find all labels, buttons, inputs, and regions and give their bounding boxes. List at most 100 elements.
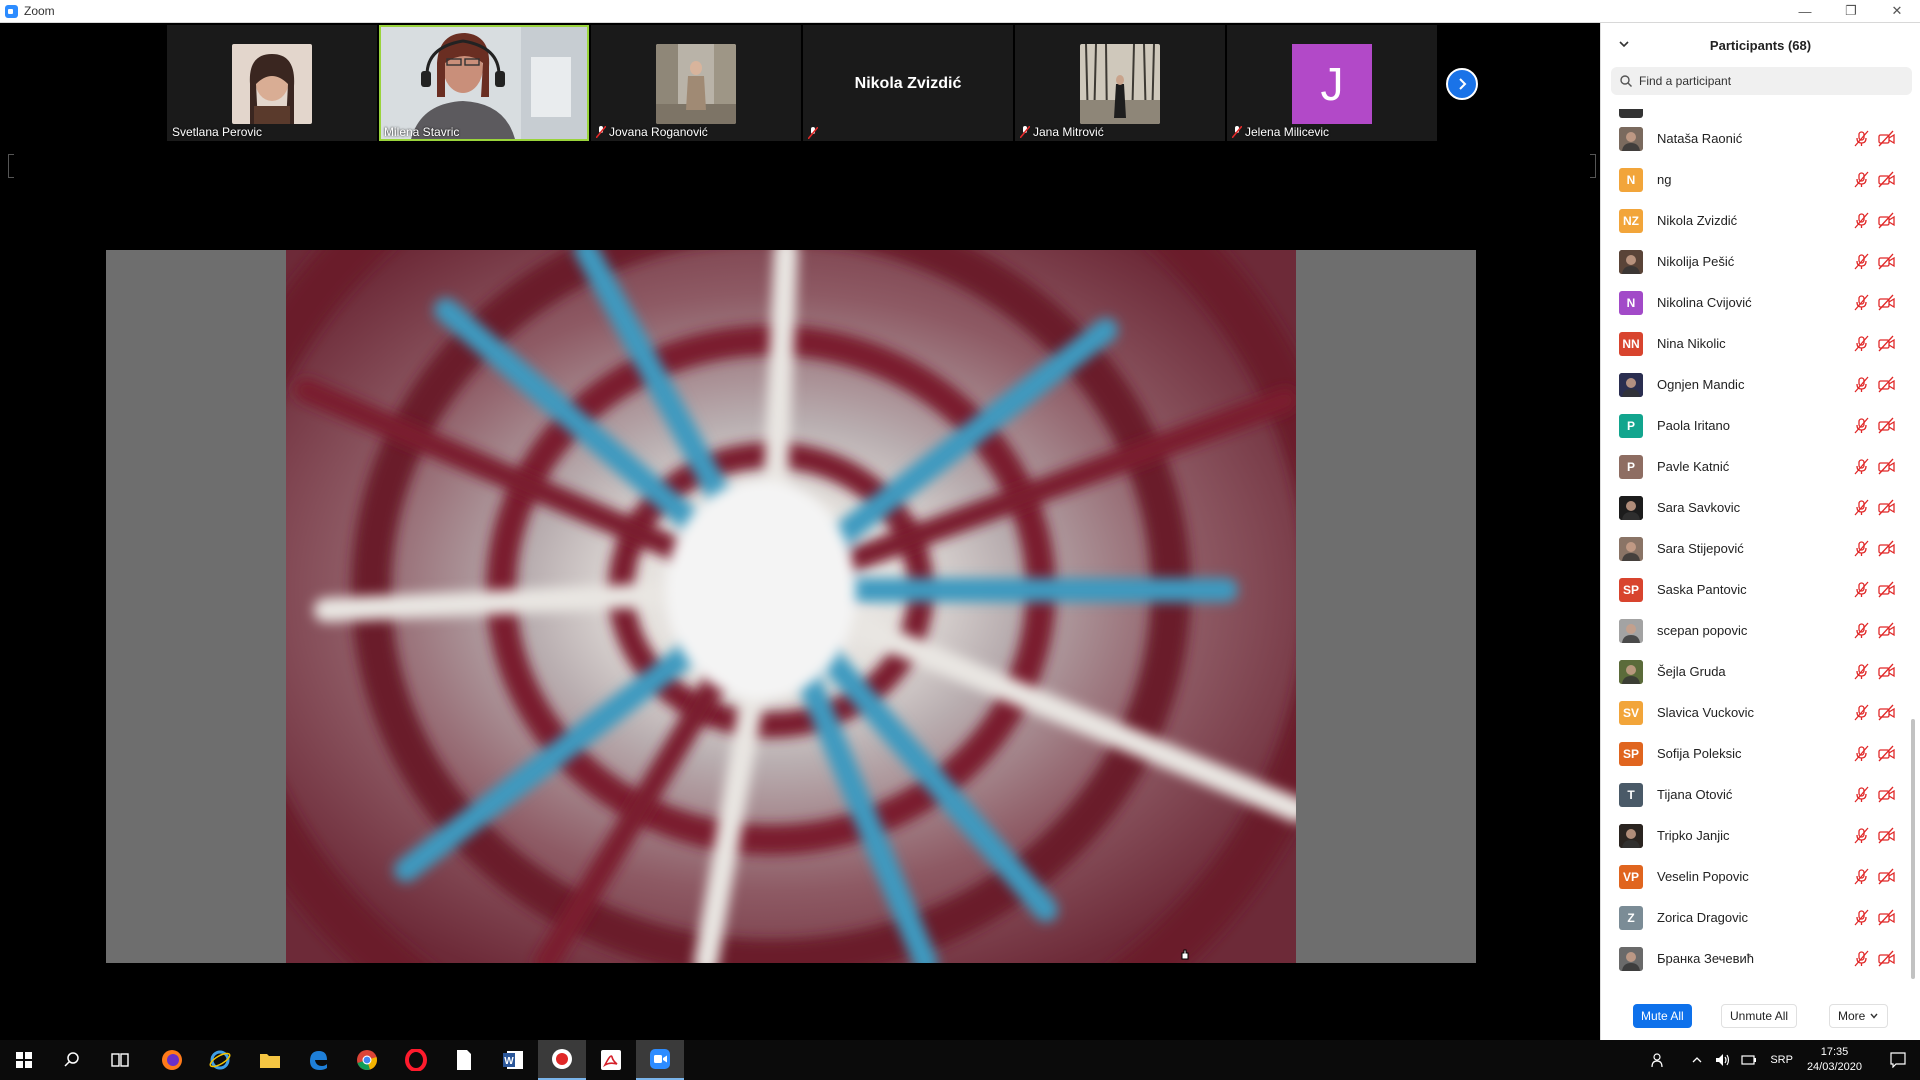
video-off-icon[interactable] [1878, 581, 1895, 598]
video-tile[interactable]: J Jelena Milicevic [1227, 25, 1437, 141]
video-off-icon[interactable] [1878, 130, 1895, 147]
muted-mic-icon[interactable] [1853, 294, 1870, 311]
video-tile[interactable]: Svetlana Perovic [167, 25, 377, 141]
taskbar-clock[interactable]: 17:35 24/03/2020 [1807, 1045, 1862, 1075]
participant-row[interactable]: NN Nina Nikolic [1601, 323, 1909, 364]
muted-mic-icon[interactable] [1853, 827, 1870, 844]
video-off-icon[interactable] [1878, 376, 1895, 393]
participant-row[interactable]: P Paola Iritano [1601, 405, 1909, 446]
video-off-icon[interactable] [1878, 868, 1895, 885]
taskbar-notepad[interactable] [440, 1040, 488, 1080]
muted-mic-icon[interactable] [1853, 253, 1870, 270]
participant-search[interactable] [1611, 67, 1912, 95]
tray-show-hidden[interactable] [1684, 1040, 1710, 1080]
participant-row[interactable]: N Nikolina Cvijović [1601, 282, 1909, 323]
taskbar-opera[interactable] [392, 1040, 440, 1080]
video-off-icon[interactable] [1878, 622, 1895, 639]
more-button[interactable]: More [1829, 1004, 1889, 1028]
participant-row[interactable]: NZ Nikola Zvizdić [1601, 200, 1909, 241]
participant-row[interactable]: Z Zorica Dragovic [1601, 897, 1909, 938]
muted-mic-icon[interactable] [1853, 909, 1870, 926]
taskbar-firefox[interactable] [148, 1040, 196, 1080]
participant-row[interactable]: Nikolija Pešić [1601, 241, 1909, 282]
participant-row[interactable]: scepan popovic [1601, 610, 1909, 651]
muted-mic-icon[interactable] [1853, 130, 1870, 147]
shared-screen[interactable] [106, 250, 1476, 963]
video-off-icon[interactable] [1878, 909, 1895, 926]
scrollbar-thumb[interactable] [1911, 719, 1915, 979]
tray-people[interactable] [1646, 1040, 1672, 1080]
muted-mic-icon[interactable] [1853, 458, 1870, 475]
taskbar-internet-explorer[interactable] [196, 1040, 244, 1080]
taskbar-search-button[interactable] [48, 1040, 96, 1080]
video-off-icon[interactable] [1878, 950, 1895, 967]
muted-mic-icon[interactable] [1853, 376, 1870, 393]
action-center-button[interactable] [1876, 1040, 1920, 1080]
muted-mic-icon[interactable] [1853, 335, 1870, 352]
taskbar-acrobat[interactable] [587, 1040, 635, 1080]
participant-row[interactable]: Бранка Зечевић [1601, 938, 1909, 979]
participant-row[interactable]: Nataša Raonić [1601, 118, 1909, 159]
participant-row[interactable]: SV Slavica Vuckovic [1601, 692, 1909, 733]
video-off-icon[interactable] [1878, 704, 1895, 721]
participant-row[interactable]: Sara Stijepović [1601, 528, 1909, 569]
muted-mic-icon[interactable] [1853, 581, 1870, 598]
video-off-icon[interactable] [1878, 786, 1895, 803]
video-off-icon[interactable] [1878, 663, 1895, 680]
video-off-icon[interactable] [1878, 171, 1895, 188]
taskbar-edge[interactable] [294, 1040, 342, 1080]
close-button[interactable]: ✕ [1874, 0, 1920, 22]
muted-mic-icon[interactable] [1853, 745, 1870, 762]
participant-row[interactable]: Sara Savkovic [1601, 487, 1909, 528]
participant-list-scrollbar[interactable] [1911, 109, 1917, 989]
video-off-icon[interactable] [1878, 745, 1895, 762]
taskbar-recorder[interactable] [538, 1040, 586, 1080]
participant-row[interactable]: Ognjen Mandic [1601, 364, 1909, 405]
restore-button[interactable]: ❐ [1828, 0, 1874, 22]
unmute-all-button[interactable]: Unmute All [1721, 1004, 1798, 1028]
taskbar-zoom[interactable] [636, 1040, 684, 1080]
taskbar-file-explorer[interactable] [246, 1040, 294, 1080]
video-off-icon[interactable] [1878, 335, 1895, 352]
video-tile-active-speaker[interactable]: Milena Stavric [379, 25, 589, 141]
participant-row[interactable]: SP Saska Pantovic [1601, 569, 1909, 610]
chevron-down-icon[interactable] [1617, 37, 1631, 51]
muted-mic-icon[interactable] [1853, 622, 1870, 639]
muted-mic-icon[interactable] [1853, 663, 1870, 680]
muted-mic-icon[interactable] [1853, 417, 1870, 434]
video-off-icon[interactable] [1878, 827, 1895, 844]
tray-network[interactable] [1736, 1040, 1762, 1080]
task-view-button[interactable] [96, 1040, 144, 1080]
muted-mic-icon[interactable] [1853, 868, 1870, 885]
video-off-icon[interactable] [1878, 458, 1895, 475]
start-button[interactable] [0, 1040, 48, 1080]
search-input[interactable] [1639, 74, 1889, 88]
taskbar-word[interactable]: W [489, 1040, 537, 1080]
participant-row[interactable]: SP Sofija Poleksic [1601, 733, 1909, 774]
video-tile[interactable]: Jovana Roganović [591, 25, 801, 141]
video-off-icon[interactable] [1878, 499, 1895, 516]
participant-row[interactable]: P Pavle Katnić [1601, 446, 1909, 487]
video-off-icon[interactable] [1878, 212, 1895, 229]
mute-all-button[interactable]: Mute All [1633, 1004, 1692, 1028]
participant-row[interactable]: VP Veselin Popovic [1601, 856, 1909, 897]
participant-row[interactable]: Tripko Janjic [1601, 815, 1909, 856]
minimize-button[interactable]: — [1782, 0, 1828, 22]
input-language[interactable]: SRP [1770, 1054, 1793, 1066]
video-off-icon[interactable] [1878, 294, 1895, 311]
muted-mic-icon[interactable] [1853, 786, 1870, 803]
muted-mic-icon[interactable] [1853, 540, 1870, 557]
muted-mic-icon[interactable] [1853, 499, 1870, 516]
muted-mic-icon[interactable] [1853, 704, 1870, 721]
muted-mic-icon[interactable] [1853, 171, 1870, 188]
video-off-icon[interactable] [1878, 253, 1895, 270]
muted-mic-icon[interactable] [1853, 950, 1870, 967]
muted-mic-icon[interactable] [1853, 212, 1870, 229]
video-tile[interactable]: Jana Mitrović [1015, 25, 1225, 141]
participant-row[interactable]: T Tijana Otović [1601, 774, 1909, 815]
tray-volume[interactable] [1710, 1040, 1736, 1080]
participant-row[interactable]: Šejla Gruda [1601, 651, 1909, 692]
taskbar-chrome[interactable] [343, 1040, 391, 1080]
participant-row[interactable]: Nng [1601, 159, 1909, 200]
video-off-icon[interactable] [1878, 417, 1895, 434]
